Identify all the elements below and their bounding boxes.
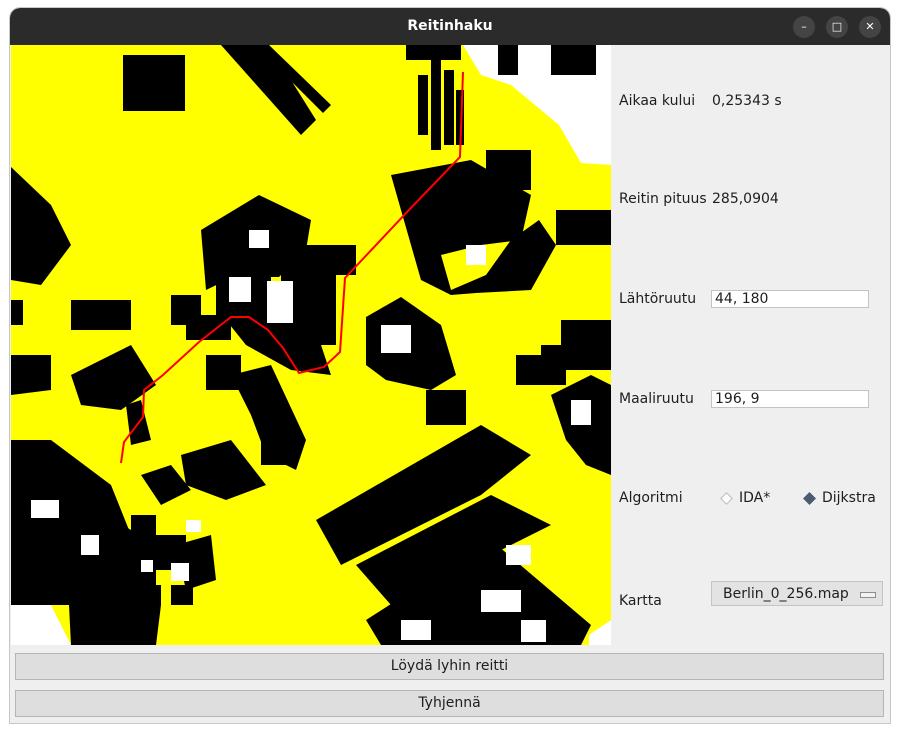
window-title: Reitinhaku [407, 18, 493, 34]
time-value: 0,25343 s [712, 93, 782, 109]
option-menu-indicator-icon [860, 592, 876, 598]
close-icon[interactable]: ✕ [859, 16, 881, 38]
maximize-icon[interactable]: □ [826, 16, 848, 38]
start-cell-input[interactable] [711, 290, 869, 308]
path-length-value: 285,0904 [712, 191, 779, 207]
radio-dijkstra-label: Dijkstra [822, 490, 876, 506]
control-panel: Aikaa kului 0,25343 s Reitin pituus 285,… [612, 45, 890, 645]
map-select[interactable]: Berlin_0_256.map [711, 581, 883, 606]
app-window: Reitinhaku – □ ✕ Aikaa kului 0,25343 s R… [10, 8, 890, 723]
radio-ida-star[interactable]: IDA* [720, 490, 771, 506]
map-grid[interactable] [11, 45, 611, 645]
radio-dijkstra[interactable]: Dijkstra [803, 490, 876, 506]
title-bar: Reitinhaku – □ ✕ [10, 8, 890, 45]
minimize-icon[interactable]: – [793, 16, 815, 38]
start-cell-label: Lähtöruutu [619, 291, 697, 307]
map-select-label: Kartta [619, 593, 662, 609]
goal-cell-input[interactable] [711, 390, 869, 408]
time-label: Aikaa kului [619, 93, 696, 109]
find-shortest-path-button[interactable]: Löydä lyhin reitti [15, 653, 884, 680]
radio-unselected-icon [720, 491, 733, 505]
map-canvas[interactable] [11, 45, 611, 645]
radio-ida-star-label: IDA* [739, 490, 771, 506]
goal-cell-label: Maaliruutu [619, 391, 694, 407]
algorithm-label: Algoritmi [619, 490, 683, 506]
path-length-label: Reitin pituus [619, 191, 707, 207]
radio-selected-icon [803, 491, 816, 505]
map-select-value: Berlin_0_256.map [723, 586, 849, 602]
clear-button[interactable]: Tyhjennä [15, 690, 884, 717]
